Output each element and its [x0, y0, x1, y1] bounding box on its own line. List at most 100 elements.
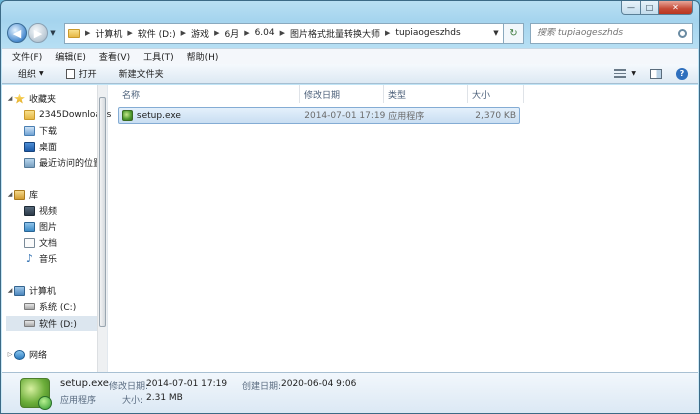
- computer-icon: [14, 285, 25, 296]
- video-icon: [24, 205, 35, 216]
- maximize-button[interactable]: □: [641, 1, 659, 15]
- column-header-modified[interactable]: 修改日期: [300, 85, 384, 103]
- folder-icon: [24, 109, 35, 120]
- expand-triangle-icon[interactable]: ◢: [6, 95, 14, 102]
- refresh-button[interactable]: ↻: [504, 22, 524, 44]
- back-arrow-icon: ◀: [12, 26, 22, 40]
- views-dropdown-icon[interactable]: ▼: [631, 70, 636, 77]
- sidebar-favorites-label: 收藏夹: [29, 95, 57, 105]
- sidebar-libraries-label: 库: [29, 191, 39, 201]
- column-modified-label: 修改日期: [304, 90, 341, 101]
- open-label: 打开: [78, 70, 97, 80]
- details-size-label: 大小:: [122, 396, 144, 406]
- navigation-pane: ◢ 收藏夹 2345Downloads 下载 桌面 最近访问的位置 ◢ 库 视频…: [2, 85, 111, 372]
- folder-icon: [68, 28, 80, 38]
- breadcrumb-drive-d[interactable]: 软件 (D:): [138, 27, 176, 40]
- sidebar-item-drive-d[interactable]: 软件 (D:): [6, 316, 102, 331]
- file-row[interactable]: setup.exe 2014-07-01 17:19 应用程序 2,370 KB: [118, 107, 520, 124]
- chevron-right-icon[interactable]: ▶: [214, 29, 219, 37]
- views-icon[interactable]: [614, 69, 627, 78]
- sidebar-item-label: 系统 (C:): [39, 303, 77, 313]
- details-modified-label: 修改日期:: [109, 382, 149, 392]
- back-button[interactable]: ◀: [7, 23, 27, 43]
- chevron-right-icon[interactable]: ▶: [181, 29, 186, 37]
- search-box[interactable]: [530, 22, 693, 44]
- expand-triangle-icon[interactable]: ▷: [6, 351, 14, 358]
- sidebar-network-label: 网络: [29, 351, 48, 361]
- documents-icon: [24, 237, 35, 248]
- chevron-right-icon[interactable]: ▶: [385, 29, 390, 37]
- chevron-right-icon[interactable]: ▶: [85, 29, 90, 37]
- menu-edit[interactable]: 编辑(E): [55, 50, 86, 63]
- setup-exe-large-icon: [20, 378, 52, 410]
- forward-arrow-icon: ▶: [33, 26, 43, 40]
- breadcrumb-current-folder[interactable]: tupiaogeszhds: [395, 28, 460, 38]
- favorites-star-icon: [14, 93, 25, 104]
- sidebar-favorites[interactable]: ◢ 收藏夹: [6, 91, 102, 106]
- explorer-window: — □ ✕ ◀ ▶ ▼ ▶ 计算机 ▶ 软件 (D:) ▶ 游戏 ▶ 6月 ▶ 6.04…: [0, 0, 700, 414]
- minimize-button[interactable]: —: [621, 1, 641, 15]
- details-modified-value: 2014-07-01 17:19: [146, 379, 228, 389]
- network-icon: [14, 349, 25, 360]
- close-button[interactable]: ✕: [659, 1, 693, 15]
- address-bar[interactable]: ▶ 计算机 ▶ 软件 (D:) ▶ 游戏 ▶ 6月 ▶ 6.04 ▶ 图片格式批量转换大师…: [64, 22, 504, 44]
- nav-scrollbar-thumb[interactable]: [99, 97, 106, 327]
- chevron-right-icon[interactable]: ▶: [244, 29, 249, 37]
- nav-scrollbar[interactable]: [97, 85, 107, 372]
- search-input[interactable]: [537, 28, 677, 38]
- file-type: 应用程序: [388, 112, 425, 122]
- libraries-icon: [14, 189, 25, 200]
- column-header-size[interactable]: 大小: [468, 85, 524, 103]
- command-bar: 组织 ▼ 打开 新建文件夹 ▼ ?: [2, 64, 698, 84]
- file-name: setup.exe: [136, 110, 181, 121]
- sidebar-item-label: 视频: [39, 207, 58, 217]
- setup-exe-icon: [122, 110, 133, 121]
- details-type: 应用程序: [60, 396, 97, 406]
- organize-label: 组织: [18, 70, 37, 80]
- caption-buttons: — □ ✕: [621, 1, 693, 15]
- menu-view[interactable]: 查看(V): [99, 50, 130, 63]
- menu-bar: 文件(F) 编辑(E) 查看(V) 工具(T) 帮助(H): [2, 48, 698, 64]
- sidebar-libraries[interactable]: ◢ 库: [6, 187, 102, 202]
- sidebar-item-label: 下载: [39, 127, 58, 137]
- details-size-value: 2.31 MB: [146, 393, 183, 403]
- desktop-icon: [24, 141, 35, 152]
- breadcrumb-games[interactable]: 游戏: [191, 27, 209, 40]
- sidebar-item-label: 音乐: [39, 255, 58, 265]
- new-folder-button[interactable]: 新建文件夹: [119, 67, 164, 80]
- search-icon[interactable]: [678, 28, 687, 38]
- breadcrumb-6-04[interactable]: 6.04: [255, 28, 275, 38]
- pictures-icon: [24, 221, 35, 232]
- breadcrumb-converter[interactable]: 图片格式批量转换大师: [290, 27, 380, 40]
- file-size: 2,370 KB: [475, 110, 516, 121]
- menu-file[interactable]: 文件(F): [12, 50, 42, 63]
- chevron-right-icon[interactable]: ▶: [280, 29, 285, 37]
- organize-button[interactable]: 组织 ▼: [18, 67, 44, 80]
- refresh-icon: ↻: [509, 27, 518, 39]
- recent-pages-dropdown[interactable]: ▼: [48, 29, 58, 37]
- forward-button[interactable]: ▶: [28, 23, 48, 43]
- file-modified: 2014-07-01 17:19: [304, 110, 386, 121]
- sidebar-computer[interactable]: ◢ 计算机: [6, 283, 102, 298]
- chevron-right-icon[interactable]: ▶: [127, 29, 132, 37]
- breadcrumb-june[interactable]: 6月: [224, 27, 239, 40]
- navigation-bar: ◀ ▶ ▼ ▶ 计算机 ▶ 软件 (D:) ▶ 游戏 ▶ 6月 ▶ 6.04 ▶ 图片格式…: [7, 21, 693, 45]
- sidebar-item-label: 桌面: [39, 143, 58, 153]
- breadcrumb-computer[interactable]: 计算机: [95, 27, 122, 40]
- menu-help[interactable]: 帮助(H): [187, 50, 219, 63]
- preview-pane-icon[interactable]: [650, 68, 662, 79]
- column-name-label: 名称: [122, 90, 141, 101]
- open-button[interactable]: 打开: [65, 67, 97, 80]
- sidebar-item-label: 最近访问的位置: [39, 159, 103, 169]
- menu-tools[interactable]: 工具(T): [143, 50, 174, 63]
- address-dropdown-icon[interactable]: ▼: [489, 29, 503, 37]
- expand-triangle-icon[interactable]: ◢: [6, 191, 14, 198]
- chevron-down-icon: ▼: [39, 70, 44, 77]
- expand-triangle-icon[interactable]: ◢: [6, 287, 14, 294]
- sidebar-network[interactable]: ▷ 网络: [6, 347, 102, 362]
- help-icon[interactable]: ?: [676, 67, 688, 80]
- column-header-name[interactable]: 名称: [118, 85, 300, 103]
- sidebar-computer-label: 计算机: [29, 287, 57, 297]
- details-created-label: 创建日期:: [242, 382, 282, 392]
- column-header-type[interactable]: 类型: [384, 85, 468, 103]
